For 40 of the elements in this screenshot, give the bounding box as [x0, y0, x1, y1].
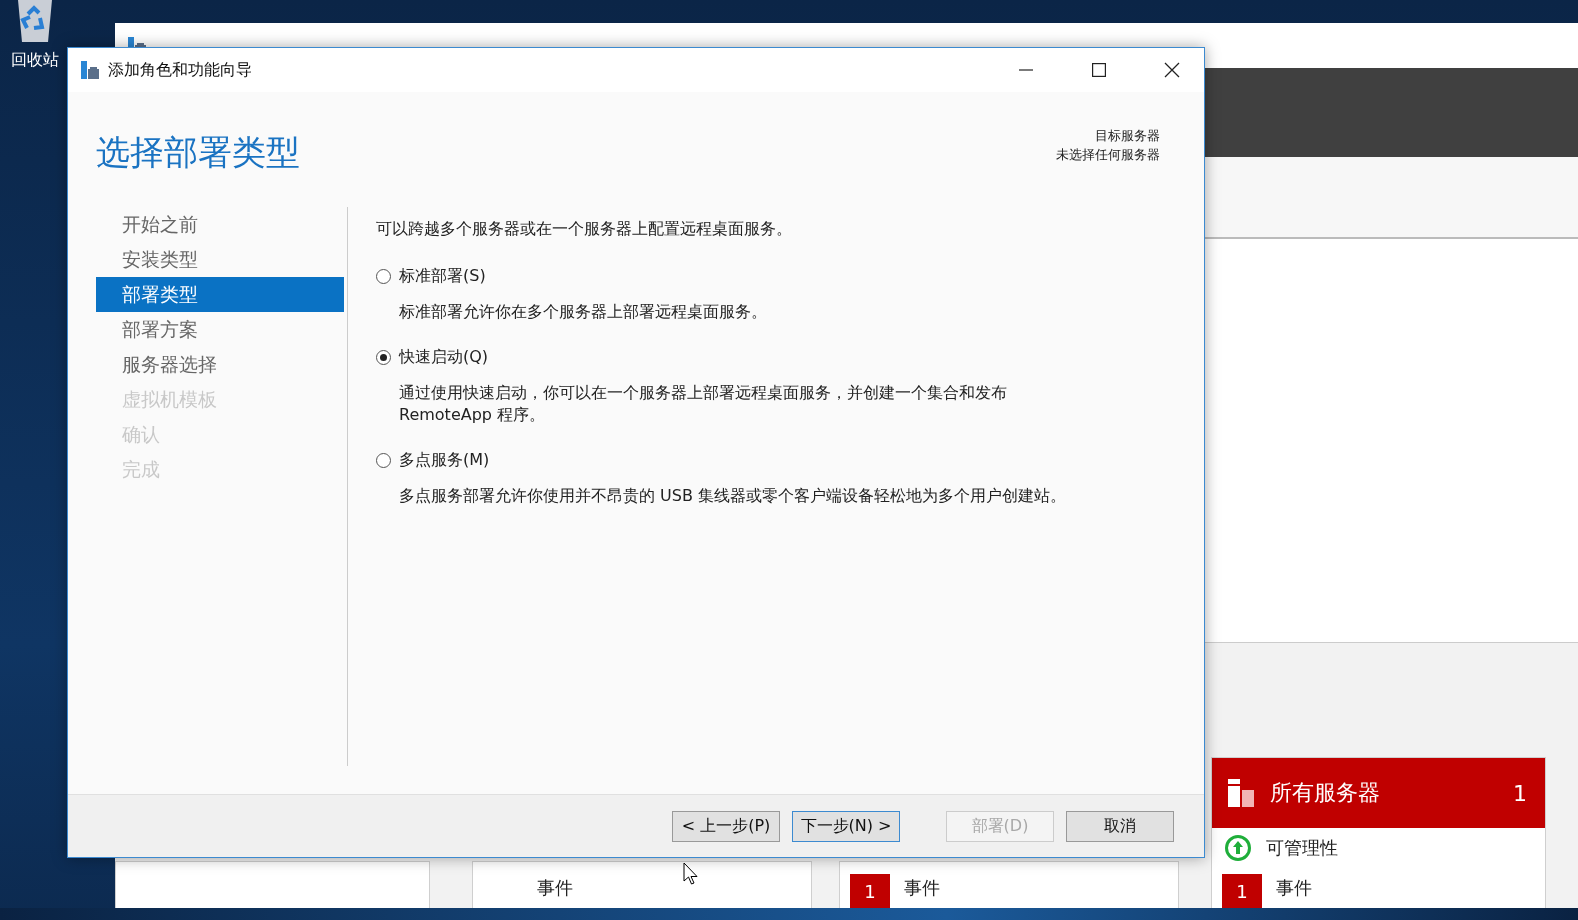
- desktop-icon-label[interactable]: 回收站: [11, 50, 59, 71]
- minimize-icon[interactable]: [1018, 69, 1033, 71]
- server-group-icon: [1226, 778, 1256, 808]
- radio-label[interactable]: 快速启动(Q): [399, 347, 489, 368]
- nav-item[interactable]: 开始之前: [96, 207, 344, 242]
- nav-item[interactable]: 安装类型: [96, 242, 344, 277]
- radio-label[interactable]: 标准部署(S): [399, 266, 486, 287]
- maximize-icon[interactable]: [1091, 63, 1106, 77]
- radio-button[interactable]: [376, 453, 391, 468]
- option-description: 标准部署允许你在多个服务器上部署远程桌面服务。: [399, 301, 768, 323]
- tile-count: 1: [1513, 780, 1527, 806]
- target-server-value: 未选择任何服务器: [1056, 146, 1160, 164]
- nav-item[interactable]: 服务器选择: [96, 347, 344, 382]
- tile-row-label: 事件: [1276, 876, 1312, 900]
- radio-button[interactable]: [376, 269, 391, 284]
- count-badge: 1: [850, 874, 890, 908]
- tile-row-label: 事件: [537, 876, 573, 900]
- intro-text: 可以跨越多个服务器或在一个服务器上配置远程桌面服务。: [376, 219, 793, 240]
- radio-label[interactable]: 多点服务(M): [399, 450, 490, 471]
- wizard-button[interactable]: 下一步(N) >: [792, 810, 900, 842]
- wizard-button[interactable]: 取消: [1066, 810, 1174, 842]
- tile-row-label: 事件: [904, 876, 940, 900]
- page-heading: 选择部署类型: [96, 131, 300, 174]
- cursor-icon: [683, 862, 699, 886]
- app-icon: [80, 60, 100, 80]
- option-description: 通过使用快速启动，你可以在一个服务器上部署远程桌面服务，并创建一个集合和发布 RemoteApp 程序。: [399, 382, 1008, 426]
- tile-title: 所有服务器: [1270, 779, 1381, 807]
- count-badge: 1: [1222, 874, 1262, 908]
- radio-button[interactable]: [376, 350, 391, 365]
- close-icon[interactable]: [1163, 62, 1180, 78]
- nav-item[interactable]: 部署类型: [96, 277, 344, 312]
- server-tile[interactable]: 事件: [472, 861, 812, 908]
- wizard-button[interactable]: < 上一步(P): [672, 810, 780, 842]
- nav-item[interactable]: 部署方案: [96, 312, 344, 347]
- tile-row-label: 可管理性: [1266, 836, 1338, 860]
- server-tile[interactable]: 1 事件: [839, 861, 1179, 908]
- window-title: 添加角色和功能向导: [108, 59, 253, 81]
- server-tile[interactable]: 所有服务器 1 可管理性 1 事件: [1211, 757, 1546, 908]
- target-server-label: 目标服务器: [1095, 127, 1160, 145]
- option-description: 多点服务部署允许你使用并不昂贵的 USB 集线器或零个客户端设备轻松地为多个用户创建站。: [399, 485, 1067, 507]
